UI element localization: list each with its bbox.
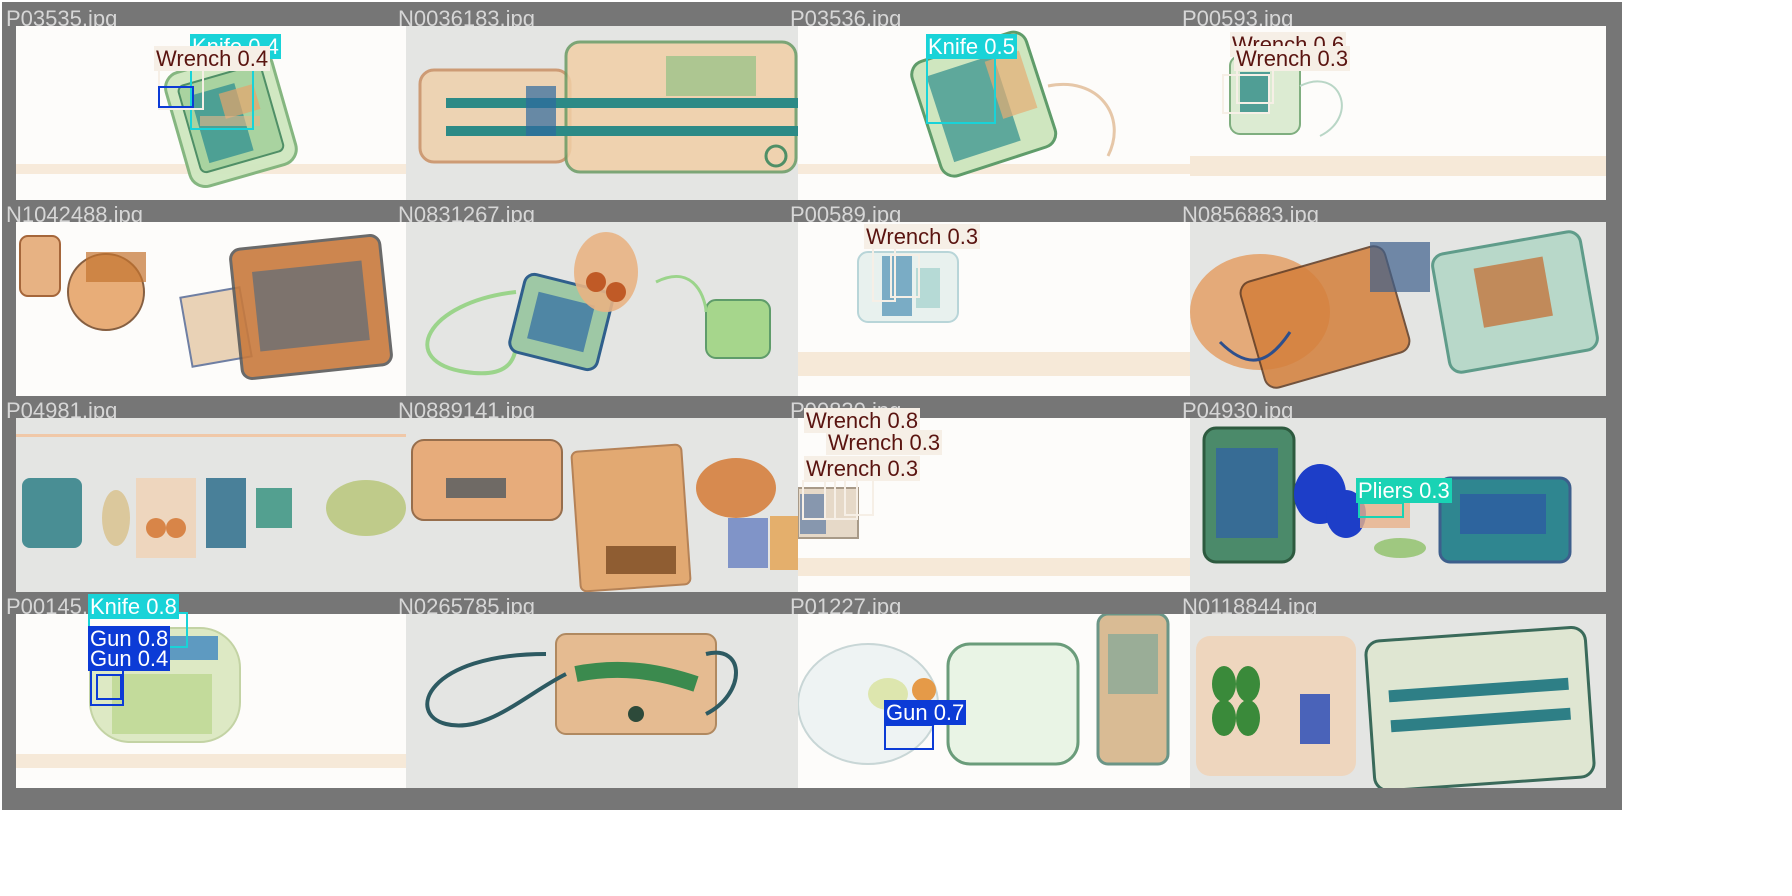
detection-box-gun <box>96 674 122 700</box>
xray-image <box>1190 614 1606 788</box>
tile-p04981[interactable]: P04981.jpg <box>2 394 446 614</box>
detection-label-wrench: Wrench 0.3 <box>1234 46 1351 71</box>
xray-image <box>406 418 822 592</box>
xray-scan-art <box>425 232 771 376</box>
detection-box-gun <box>158 86 194 108</box>
tile-p00593[interactable]: P00593.jpg Wrench 0.6 Wrench 0.3 <box>1178 2 1622 222</box>
tile-p00830[interactable]: P00830.jpg Wrench 0.8 Wrench 0.3 Wrench … <box>786 394 1230 614</box>
detection-grid: P03535.jpg Knife 0.4 Wrench 0.4 N0036183… <box>0 0 1792 896</box>
tile-n0265785[interactable]: N0265785.jpg <box>394 590 838 810</box>
tile-p00145[interactable]: P00145.jpg Knife 0.8 Gun 0.8 Gun 0.4 <box>2 590 446 810</box>
xray-scan-art <box>16 627 432 768</box>
detection-label-wrench: Wrench 0.3 <box>826 430 943 455</box>
detection-label-wrench: Wrench 0.3 <box>864 224 981 249</box>
detection-label-knife: Knife 0.8 <box>88 594 179 619</box>
detection-label-gun: Gun 0.4 <box>88 646 171 671</box>
xray-scan-art <box>1190 230 1599 389</box>
detection-label-wrench: Wrench 0.3 <box>804 456 921 481</box>
detection-label-wrench: Wrench 0.4 <box>154 46 271 71</box>
tile-n0856883[interactable]: N0856883.jpg <box>1178 198 1622 418</box>
tile-p00589[interactable]: P00589.jpg Wrench 0.3 <box>786 198 1230 418</box>
xray-image <box>406 222 822 396</box>
detection-box-wrench <box>1236 68 1274 104</box>
xray-scan-art <box>425 633 738 735</box>
xray-scan-art <box>19 234 393 380</box>
detection-label-gun: Gun 0.7 <box>884 700 967 725</box>
tile-p03535[interactable]: P03535.jpg Knife 0.4 Wrench 0.4 <box>2 2 446 222</box>
xray-scan-art <box>798 251 1214 376</box>
tile-p01227[interactable]: P01227.jpg Gun 0.7 <box>786 590 1230 810</box>
xray-image <box>798 222 1214 396</box>
xray-image <box>798 614 1214 788</box>
xray-scan-art <box>798 614 1170 766</box>
xray-image <box>406 26 822 200</box>
tile-p04930[interactable]: P04930.jpg Pliers 0.3 <box>1178 394 1622 614</box>
detection-box-wrench <box>890 254 920 298</box>
xray-image <box>406 614 822 788</box>
tile-n0889141[interactable]: N0889141.jpg <box>394 394 838 614</box>
detection-label-pliers: Pliers 0.3 <box>1356 478 1452 503</box>
xray-image <box>16 614 432 788</box>
detection-box-wrench <box>844 478 874 516</box>
tile-n0831267[interactable]: N0831267.jpg <box>394 198 838 418</box>
xray-scan-art <box>418 40 806 174</box>
detection-box-gun <box>884 724 934 750</box>
detection-label-knife: Knife 0.5 <box>926 34 1017 59</box>
xray-image <box>16 418 432 592</box>
xray-image <box>16 222 432 396</box>
xray-scan-art <box>411 439 800 592</box>
xray-image <box>1190 222 1606 396</box>
xray-scan-art <box>1196 625 1596 788</box>
xray-scan-art <box>16 434 432 558</box>
tile-p03536[interactable]: P03536.jpg Knife 0.5 <box>786 2 1230 222</box>
detection-box-pliers <box>1358 502 1404 518</box>
tile-n1042488[interactable]: N1042488.jpg <box>2 198 446 418</box>
tile-n0118844[interactable]: N0118844.jpg <box>1178 590 1622 810</box>
tile-n0036183[interactable]: N0036183.jpg <box>394 2 838 222</box>
detection-box-knife <box>926 56 996 124</box>
